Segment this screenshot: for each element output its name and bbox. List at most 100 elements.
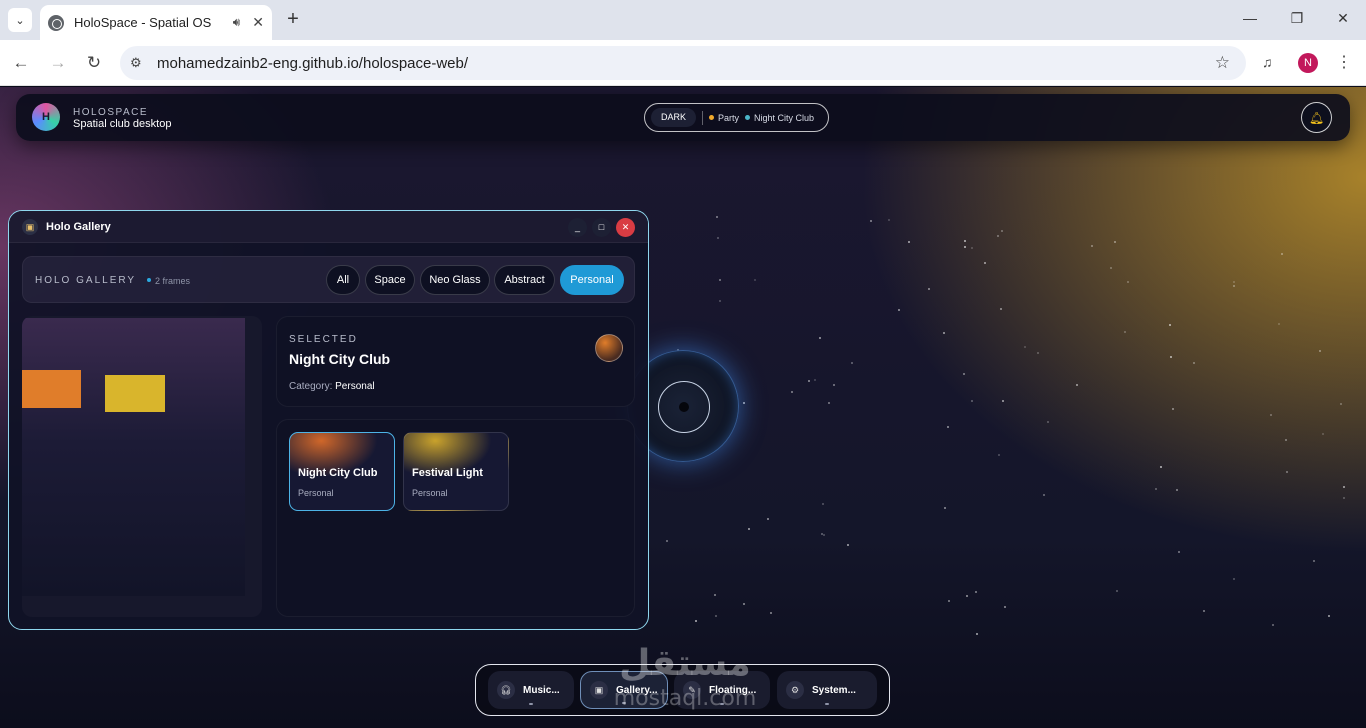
orange-shape xyxy=(22,370,81,408)
dock-indicator xyxy=(529,703,533,705)
filter-personal[interactable]: Personal xyxy=(560,265,624,295)
bookmark-star-icon[interactable]: ☆ xyxy=(1215,53,1230,73)
star xyxy=(1076,383,1079,386)
star xyxy=(1175,488,1178,491)
star xyxy=(974,590,977,593)
back-button[interactable]: ← xyxy=(10,52,32,74)
star xyxy=(665,539,668,542)
restore-window-button[interactable]: ❐ xyxy=(1287,10,1307,27)
star xyxy=(1123,330,1126,333)
star xyxy=(944,506,947,509)
speaker-icon[interactable]: 🔊︎ xyxy=(233,15,241,30)
filter-space[interactable]: Space xyxy=(365,265,415,295)
close-tab-icon[interactable]: ✕ xyxy=(252,14,264,31)
media-controls-icon[interactable]: ♫ xyxy=(1262,54,1273,70)
star xyxy=(766,518,769,521)
filter-abstract[interactable]: Abstract xyxy=(494,265,555,295)
star xyxy=(1233,578,1236,581)
brand-initial: H xyxy=(42,111,50,123)
minimize-button[interactable]: _ xyxy=(568,218,587,237)
dock-indicator xyxy=(825,703,829,705)
star xyxy=(1002,400,1005,403)
window-titlebar[interactable]: ▣ Holo Gallery _ □ ✕ xyxy=(9,211,648,243)
star xyxy=(1286,470,1289,473)
star xyxy=(943,332,946,335)
club-status-label: Night City Club xyxy=(754,112,815,123)
star xyxy=(814,378,817,381)
address-bar[interactable]: ⚙ mohamedzainb2-eng.github.io/holospace-… xyxy=(120,46,1246,80)
theme-mode-toggle[interactable]: DARK xyxy=(651,108,697,127)
filter-neo-glass[interactable]: Neo Glass xyxy=(420,265,490,295)
star xyxy=(742,602,745,605)
selected-label: SELECTED xyxy=(289,334,358,345)
star xyxy=(808,380,811,383)
reload-button[interactable]: ↻ xyxy=(83,52,105,74)
browser-toolbar: ← → ↻ ⚙ mohamedzainb2-eng.github.io/holo… xyxy=(0,40,1366,86)
pill-divider xyxy=(702,110,704,125)
star xyxy=(832,383,835,386)
party-status-dot xyxy=(709,115,715,120)
tab-search-button[interactable]: ⌄ xyxy=(8,8,32,32)
frame-count-dot xyxy=(147,278,151,282)
star xyxy=(820,532,823,535)
star xyxy=(828,402,831,404)
yellow-shape xyxy=(105,375,165,412)
tile-category: Personal xyxy=(412,488,448,498)
star xyxy=(1113,240,1116,243)
preview-canvas xyxy=(22,318,245,596)
profile-avatar[interactable]: N xyxy=(1298,53,1318,73)
gallery-tile-festival-light[interactable]: Festival Light Personal xyxy=(403,432,509,511)
star xyxy=(964,246,967,249)
maximize-button[interactable]: □ xyxy=(592,218,611,237)
star xyxy=(1168,324,1171,327)
star xyxy=(1042,494,1045,497)
star xyxy=(743,402,746,405)
close-button[interactable]: ✕ xyxy=(616,218,635,237)
dock-item-system[interactable]: ⚙ System... xyxy=(777,671,877,709)
spatial-desktop: H HOLOSPACE Spatial club desktop DARK Pa… xyxy=(0,87,1366,728)
star xyxy=(946,425,949,428)
filter-all[interactable]: All xyxy=(326,265,360,295)
star xyxy=(716,216,719,219)
dock-indicator xyxy=(720,703,724,705)
gallery-icon: ▣ xyxy=(22,219,38,235)
tile-name: Festival Light xyxy=(412,467,483,479)
star xyxy=(1232,285,1235,288)
star xyxy=(1110,266,1113,269)
gallery-grid: Night City Club Personal Festival Light … xyxy=(276,419,635,617)
star xyxy=(1271,624,1274,627)
star xyxy=(1154,488,1157,491)
new-tab-button[interactable]: + xyxy=(282,9,304,31)
orb-core xyxy=(679,402,689,412)
star xyxy=(928,287,931,290)
browser-tab[interactable]: HoloSpace - Spatial OS 🔊︎ ✕ xyxy=(40,5,272,40)
star xyxy=(963,240,966,243)
note-icon: ✎ xyxy=(683,681,701,699)
url-text[interactable]: mohamedzainb2-eng.github.io/holospace-we… xyxy=(157,55,468,72)
window-title: Holo Gallery xyxy=(46,221,111,233)
star xyxy=(1046,421,1049,424)
close-window-button[interactable]: ✕ xyxy=(1333,10,1353,27)
star xyxy=(970,246,973,249)
notifications-button[interactable]: 🔔︎ xyxy=(1301,102,1332,133)
star xyxy=(1090,244,1093,247)
star xyxy=(1000,229,1003,232)
star xyxy=(1127,281,1130,284)
star xyxy=(1037,352,1040,355)
browser-menu-icon[interactable]: ⋮ xyxy=(1336,52,1352,72)
star xyxy=(947,600,950,603)
dock-item-floating[interactable]: ✎ Floating... xyxy=(674,671,770,709)
minimize-window-button[interactable]: — xyxy=(1240,10,1260,26)
site-settings-icon[interactable]: ⚙ xyxy=(130,55,148,71)
dock-item-music[interactable]: 🎧︎ Music... xyxy=(488,671,574,709)
status-pill[interactable]: DARK Party Night City Club xyxy=(644,103,829,132)
star xyxy=(714,614,717,617)
chevron-down-icon: ⌄ xyxy=(15,14,25,27)
gallery-tile-night-city-club[interactable]: Night City Club Personal xyxy=(289,432,395,511)
star xyxy=(1171,407,1174,410)
star xyxy=(907,240,910,243)
dock-item-gallery[interactable]: ▣ Gallery... xyxy=(580,671,668,709)
forward-button[interactable]: → xyxy=(47,52,69,74)
star xyxy=(966,595,969,598)
tab-title: HoloSpace - Spatial OS xyxy=(74,15,212,30)
